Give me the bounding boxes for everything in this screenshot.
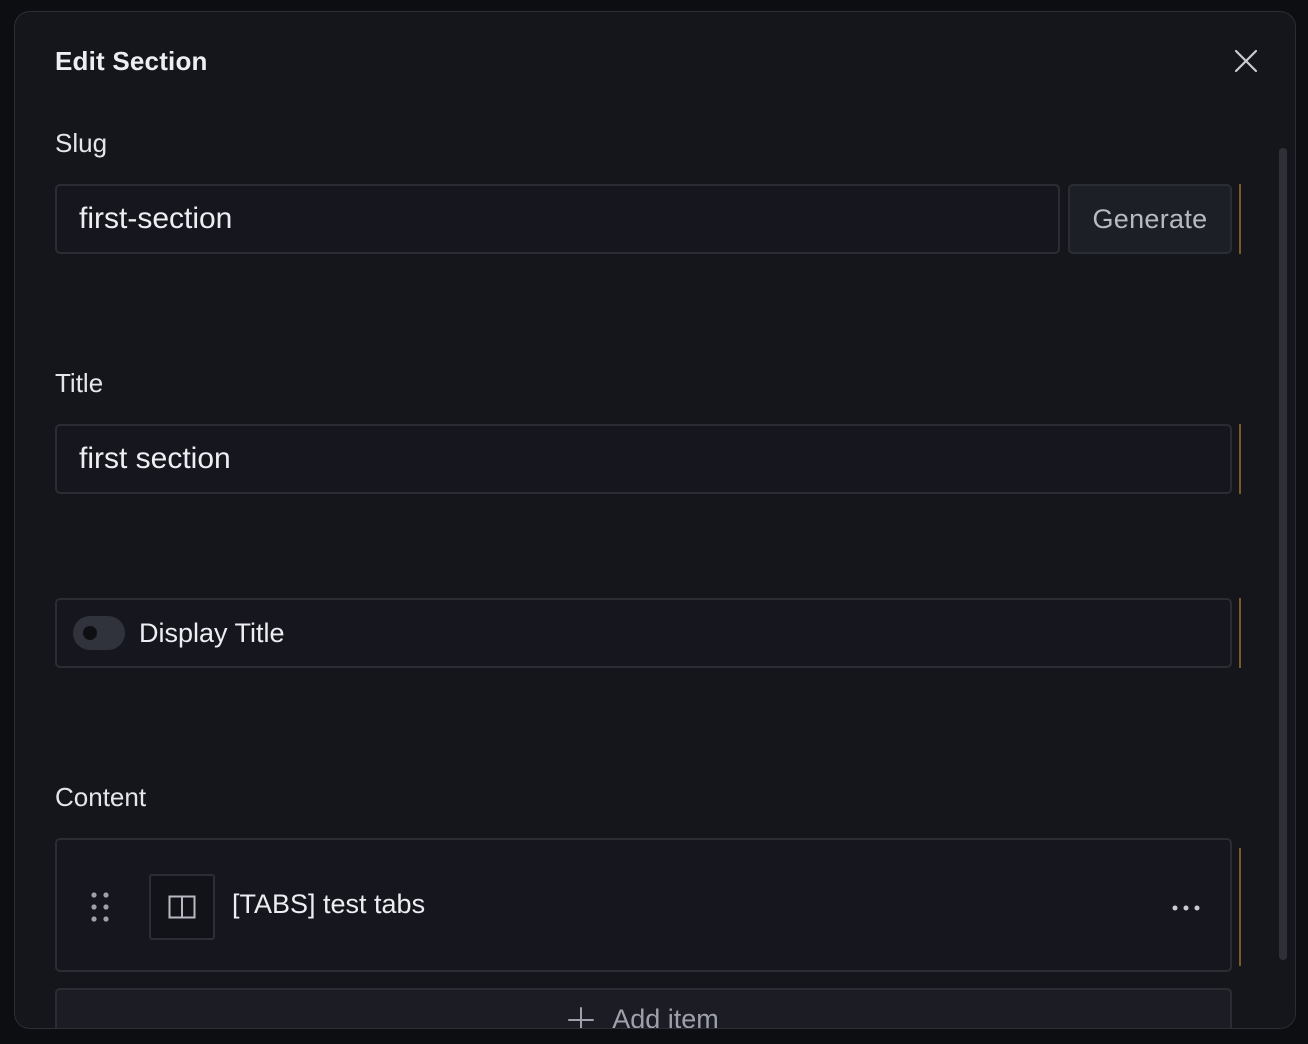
content-item[interactable]: [TABS] test tabs [55,838,1232,972]
display-title-accent-bar [1239,598,1241,668]
title-label: Title [55,368,104,398]
slug-label: Slug [55,128,108,158]
dialog-title: Edit Section [55,46,208,76]
display-title-toggle[interactable] [73,616,125,650]
edit-section-dialog: Edit Section Slug first-section Generate… [14,11,1296,1029]
close-icon [1234,49,1258,73]
display-title-row: Display Title [55,598,1232,668]
content-item-label: [TABS] test tabs [232,889,426,919]
title-value: first section [79,442,231,475]
toggle-knob [83,626,97,640]
plus-icon [568,1006,595,1028]
block-type-icon-box [149,874,215,940]
generate-slug-button[interactable]: Generate [1068,184,1232,254]
title-accent-bar [1239,424,1241,494]
drag-handle-icon[interactable] [85,890,115,924]
title-input[interactable]: first section [55,424,1232,494]
add-item-button[interactable]: Add item [55,988,1232,1029]
add-item-label: Add item [612,1004,719,1029]
slug-input[interactable]: first-section [55,184,1060,254]
close-button[interactable] [1229,44,1263,78]
content-accent-bar [1239,848,1241,966]
content-label: Content [55,782,147,812]
more-horizontal-icon [1172,905,1200,911]
more-options-button[interactable] [1165,888,1207,928]
slug-value: first-section [79,202,233,235]
display-title-label: Display Title [139,617,285,648]
slug-accent-bar [1239,184,1241,254]
columns-icon [168,895,196,919]
scrollbar[interactable] [1279,148,1287,960]
